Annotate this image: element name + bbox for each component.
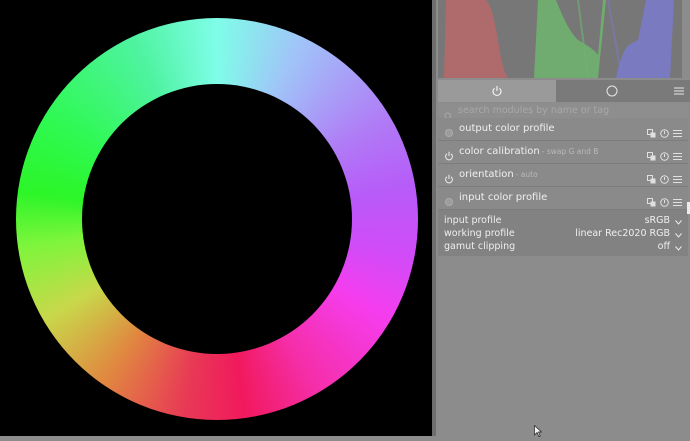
- presets-icon[interactable]: [673, 146, 682, 165]
- reset-icon[interactable]: [660, 146, 669, 165]
- module-label: input color profile: [459, 192, 548, 203]
- module-orientation[interactable]: orientation - auto: [438, 164, 688, 187]
- image-canvas[interactable]: [0, 0, 432, 436]
- input-color-profile-params: input profile sRGB working profile linea…: [438, 210, 688, 256]
- power-icon: [491, 85, 503, 97]
- module-label: output color profile: [459, 123, 555, 134]
- tab-active-modules[interactable]: [438, 80, 556, 102]
- param-working-profile[interactable]: working profile linear Rec2020 RGB: [438, 227, 688, 240]
- presets-icon[interactable]: [673, 192, 682, 211]
- param-label: gamut clipping: [444, 241, 516, 252]
- reset-icon[interactable]: [660, 123, 669, 142]
- param-value[interactable]: sRGB: [645, 215, 670, 226]
- circle-icon: [606, 85, 618, 97]
- presets-icon[interactable]: [673, 169, 682, 188]
- chevron-down-icon[interactable]: [675, 243, 682, 254]
- module-color-calibration[interactable]: color calibration - swap G and B: [438, 141, 688, 164]
- tab-presets-menu[interactable]: [668, 80, 690, 102]
- module-label: color calibration - swap G and B: [459, 146, 599, 157]
- hamburger-icon: [674, 86, 684, 96]
- color-wheel-center: [82, 84, 352, 354]
- param-gamut-clipping[interactable]: gamut clipping off: [438, 240, 688, 253]
- presets-icon[interactable]: [673, 123, 682, 142]
- right-panel: output color profile color calibration- …: [436, 0, 690, 436]
- module-list: output color profile color calibration - …: [438, 118, 688, 210]
- module-power-toggle[interactable]: [444, 192, 454, 211]
- color-wheel-image: [16, 18, 418, 420]
- param-value[interactable]: off: [658, 241, 670, 252]
- mouse-cursor-icon: [534, 422, 543, 441]
- module-power-toggle[interactable]: [444, 146, 454, 165]
- multi-instance-icon[interactable]: [647, 146, 656, 165]
- module-search: [438, 103, 688, 121]
- param-value[interactable]: linear Rec2020 RGB: [575, 228, 670, 239]
- module-power-toggle[interactable]: [444, 169, 454, 188]
- histogram[interactable]: [438, 0, 682, 78]
- param-input-profile[interactable]: input profile sRGB: [438, 214, 688, 227]
- reset-icon[interactable]: [660, 192, 669, 211]
- module-output-color-profile[interactable]: output color profile: [438, 118, 688, 141]
- param-label: working profile: [444, 228, 515, 239]
- multi-instance-icon[interactable]: [647, 192, 656, 211]
- search-input[interactable]: [458, 105, 678, 116]
- reset-icon[interactable]: [660, 169, 669, 188]
- tab-base-modules[interactable]: [556, 80, 668, 102]
- param-label: input profile: [444, 215, 502, 226]
- module-power-toggle[interactable]: [444, 123, 454, 142]
- module-label: orientation - auto: [459, 169, 538, 180]
- module-group-tabs: [438, 80, 690, 102]
- multi-instance-icon[interactable]: [647, 123, 656, 142]
- module-input-color-profile[interactable]: input color profile: [438, 187, 688, 210]
- multi-instance-icon[interactable]: [647, 169, 656, 188]
